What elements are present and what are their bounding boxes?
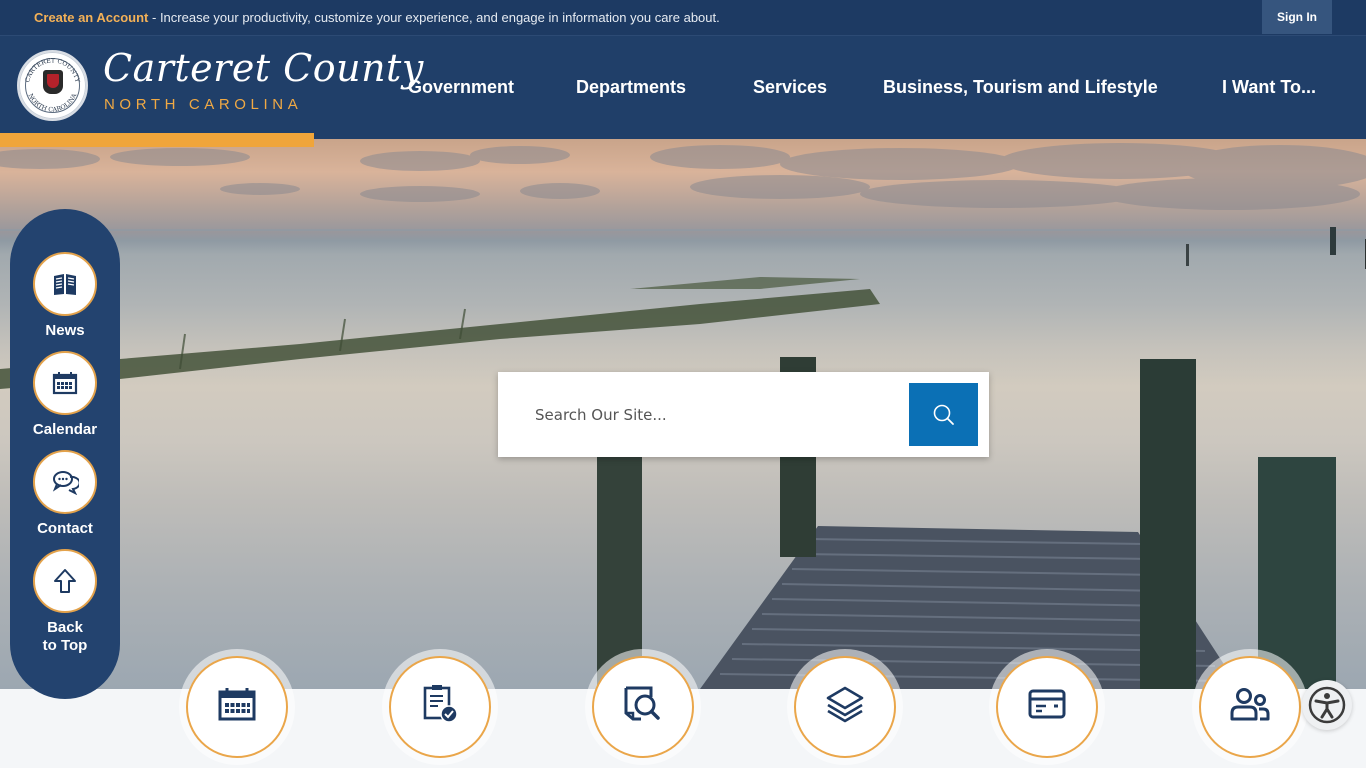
seal-shield: [47, 74, 59, 88]
header-accent-bar: [0, 133, 314, 147]
nav-government[interactable]: Government: [408, 77, 514, 98]
site-title[interactable]: Carteret County: [103, 46, 424, 90]
newspaper-icon: [54, 274, 76, 295]
calendar-icon: [218, 688, 256, 721]
arrow-up-icon: [54, 569, 76, 593]
search-input[interactable]: [504, 378, 904, 451]
utility-bar: Create an Account - Increase your produc…: [0, 0, 1366, 35]
feature-link-clipboard-circle[interactable]: [389, 656, 491, 758]
nav-departments[interactable]: Departments: [576, 77, 686, 98]
feature-link-payments-circle[interactable]: [996, 656, 1098, 758]
feature-link-calendar-circle[interactable]: [186, 656, 288, 758]
feature-link-payments[interactable]: [989, 649, 1105, 765]
svg-text:NORTH CAROLINA: NORTH CAROLINA: [27, 92, 79, 114]
quick-link-calendar-label: Calendar: [32, 421, 98, 438]
users-icon: [1230, 688, 1270, 721]
feature-link-calendar[interactable]: [179, 649, 295, 765]
feature-link-document-search-circle[interactable]: [592, 656, 694, 758]
chat-bubbles-icon: [52, 471, 79, 495]
site-header: CARTERET COUNTY NORTH CAROLINA Carteret …: [0, 35, 1366, 139]
feature-link-people-circle[interactable]: [1199, 656, 1301, 758]
search-button[interactable]: [909, 383, 978, 446]
account-promo: Create an Account - Increase your produc…: [34, 10, 720, 25]
layers-icon: [826, 686, 864, 723]
feature-link-people[interactable]: [1192, 649, 1308, 765]
site-subtitle: NORTH CAROLINA: [104, 96, 303, 113]
accessibility-icon: [1308, 686, 1346, 724]
quick-link-contact-circle[interactable]: [33, 450, 97, 514]
nav-services[interactable]: Services: [753, 77, 827, 98]
feature-link-document-search[interactable]: [585, 649, 701, 765]
feature-link-layers-circle[interactable]: [794, 656, 896, 758]
back-to-top-circle[interactable]: [33, 549, 97, 613]
quick-link-news-circle[interactable]: [33, 252, 97, 316]
create-account-link[interactable]: Create an Account: [34, 10, 148, 25]
credit-card-icon: [1028, 689, 1066, 719]
nav-i-want-to[interactable]: I Want To...: [1222, 77, 1316, 98]
calendar-icon: [52, 372, 78, 395]
county-seal-logo[interactable]: CARTERET COUNTY NORTH CAROLINA: [17, 50, 88, 121]
quick-link-news-label: News: [45, 322, 85, 339]
quick-link-calendar-circle[interactable]: [33, 351, 97, 415]
site-search: [498, 372, 989, 457]
quick-links-sidebar: News Calendar Contact Back to Top: [10, 209, 120, 699]
document-search-icon: [624, 686, 660, 721]
quick-link-contact-label: Contact: [37, 520, 93, 537]
back-to-top-label-line2: to Top: [42, 637, 88, 654]
search-icon: [933, 404, 954, 425]
clipboard-check-icon: [423, 685, 458, 723]
nav-business-tourism-lifestyle[interactable]: Business, Tourism and Lifestyle: [883, 77, 1158, 98]
sign-in-button[interactable]: Sign In: [1262, 0, 1332, 34]
accessibility-button[interactable]: [1302, 680, 1352, 730]
feature-link-clipboard[interactable]: [382, 649, 498, 765]
feature-link-layers[interactable]: [787, 649, 903, 765]
account-promo-text: - Increase your productivity, customize …: [148, 10, 720, 25]
back-to-top-label-line1: Back: [47, 619, 83, 636]
